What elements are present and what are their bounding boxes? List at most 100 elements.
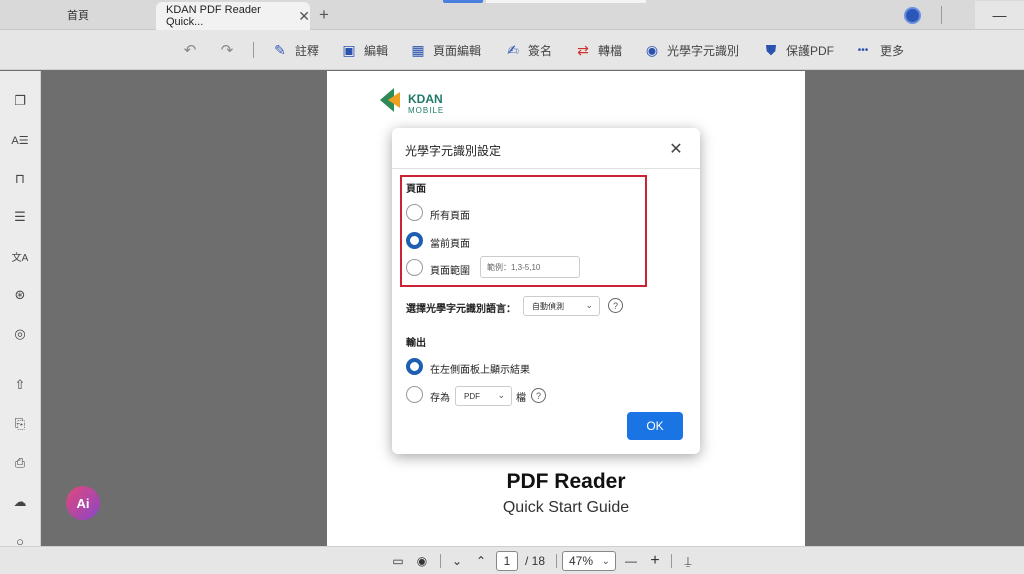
chevron-down-icon: ⌄	[585, 300, 593, 310]
page-grid-icon: ▦	[411, 41, 425, 58]
edit-frame-icon: ▣	[342, 41, 356, 58]
save-as-icon[interactable]: ⎘	[10, 414, 30, 434]
radio-save-as[interactable]	[406, 386, 423, 403]
translate-icon[interactable]: 文A	[10, 246, 30, 266]
tab-home[interactable]: 首頁	[0, 0, 156, 30]
ocr-sidebar-icon[interactable]: ⊛	[10, 285, 30, 305]
tab-document[interactable]: KDAN PDF Reader Quick... ✕	[156, 2, 310, 30]
bottom-bar: ▭ ◉ ⌄ ⌃ 1 / 18 47% ⌄ — + ⍊	[0, 546, 1024, 574]
radio-save-as-label: 存為	[430, 393, 450, 404]
view-eye-icon[interactable]: ◎	[10, 324, 30, 344]
ocr-button[interactable]: ◉ 光學字元識別	[643, 30, 739, 70]
bookmark-icon[interactable]: ⊓	[10, 169, 30, 189]
file-format-suffix: 檔	[516, 393, 526, 404]
page-number-input[interactable]: 1	[496, 551, 518, 571]
sign-button[interactable]: ✍ 簽名	[504, 30, 552, 70]
share-icon[interactable]: ⇧	[10, 375, 30, 395]
edit-label: 編輯	[364, 43, 389, 58]
thumbnails-icon[interactable]: ❐	[10, 91, 30, 111]
bottom-divider	[671, 554, 672, 568]
next-page-icon[interactable]: ⌄	[448, 551, 466, 571]
shield-icon: ⛊	[765, 41, 777, 58]
radio-page-range-label: 頁面範圍	[430, 266, 470, 277]
radio-all-pages[interactable]	[406, 204, 423, 221]
window-divider	[941, 6, 942, 24]
convert-label: 轉檔	[598, 43, 623, 58]
redo-icon[interactable]: ↷	[217, 40, 237, 60]
radio-all-pages-label: 所有頁面	[430, 211, 470, 222]
ocr-language-value: 自動偵測	[532, 301, 564, 311]
ok-button[interactable]: OK	[627, 412, 683, 440]
zoom-out-button[interactable]: —	[622, 551, 640, 571]
page-edit-label: 頁面編輯	[433, 43, 482, 58]
pen-icon: ✎	[274, 41, 286, 58]
help-icon[interactable]: ?	[531, 388, 546, 403]
minimize-button[interactable]: —	[975, 1, 1024, 29]
tab-indicator-bar	[486, 0, 646, 3]
radio-show-in-panel-label: 在左側面板上顯示結果	[430, 365, 530, 376]
print-icon[interactable]: ⎙	[10, 453, 30, 473]
signature-icon: ✍	[507, 41, 519, 58]
new-tab-button[interactable]: +	[314, 5, 334, 25]
dialog-title: 光學字元識別設定	[405, 144, 502, 158]
list-icon[interactable]: ☰	[10, 207, 30, 227]
ai-assistant-button[interactable]: Ai	[66, 486, 100, 520]
more-label: 更多	[880, 43, 905, 58]
chevron-down-icon: ⌄	[497, 390, 505, 400]
annotate-button[interactable]: ✎ 註釋	[271, 30, 319, 70]
radio-current-page[interactable]	[406, 232, 423, 249]
tab-bar: 首頁 KDAN PDF Reader Quick... ✕ + —	[0, 0, 1024, 30]
annotate-label: 註釋	[295, 43, 320, 58]
close-icon[interactable]: ✕	[666, 139, 686, 159]
zoom-select[interactable]: 47% ⌄	[562, 551, 616, 571]
radio-page-range[interactable]	[406, 259, 423, 276]
tab-indicator	[443, 0, 483, 3]
output-section-label: 輸出	[406, 338, 426, 349]
account-icon[interactable]	[904, 7, 921, 24]
radio-show-in-panel[interactable]	[406, 358, 423, 375]
logo-subtext: MOBILE	[408, 106, 445, 115]
more-button[interactable]: ••• 更多	[852, 30, 904, 70]
file-format-value: PDF	[464, 391, 480, 401]
ocr-language-label: 選擇光學字元識別語言：	[406, 304, 516, 315]
convert-icon: ⇄	[577, 41, 589, 58]
zoom-value: 47%	[569, 554, 594, 568]
ocr-language-select[interactable]: 自動偵測 ⌄	[523, 296, 600, 316]
pages-section-label: 頁面	[406, 184, 426, 195]
left-sidebar: ❐ A☰ ⊓ ☰ 文A ⊛ ◎ ⇧ ⎘ ⎙ ☁ ○	[0, 71, 41, 574]
page-edit-button[interactable]: ▦ 頁面編輯	[409, 30, 481, 70]
radio-current-page-label: 當前頁面	[430, 239, 470, 250]
main-toolbar: ↶ ↷ ✎ 註釋 ▣ 編輯 ▦ 頁面編輯 ✍ 簽名 ⇄ 轉檔 ◉ 光學字元識別 …	[0, 30, 1024, 70]
page-total: / 18	[524, 554, 545, 568]
sign-label: 簽名	[528, 43, 553, 58]
dialog-divider	[392, 168, 700, 169]
ocr-label: 光學字元識別	[667, 43, 740, 58]
document-subtitle: Quick Start Guide	[502, 499, 630, 516]
ocr-icon: ◉	[645, 41, 659, 58]
ocr-settings-dialog: 光學字元識別設定 ✕ 頁面 所有頁面 當前頁面 頁面範圍 範例：1,3-5,10…	[392, 128, 700, 454]
cloud-upload-icon[interactable]: ☁	[10, 492, 30, 512]
edit-button[interactable]: ▣ 編輯	[340, 30, 388, 70]
protect-pdf-button[interactable]: ⛊ 保護PDF	[762, 30, 834, 70]
bottom-divider	[440, 554, 441, 568]
text-outline-icon[interactable]: A☰	[10, 130, 30, 150]
protect-pdf-label: 保護PDF	[786, 43, 835, 58]
file-format-select[interactable]: PDF ⌄	[455, 386, 512, 406]
tab-close-icon[interactable]: ✕	[298, 8, 310, 25]
tab-document-label: KDAN PDF Reader Quick...	[166, 4, 261, 28]
more-dots-icon: •••	[857, 44, 869, 56]
logo-text: KDAN	[408, 92, 443, 106]
zoom-in-button[interactable]: +	[646, 551, 664, 571]
help-icon[interactable]: ?	[608, 298, 623, 313]
fit-page-icon[interactable]: ▭	[389, 551, 407, 571]
bottom-divider	[556, 554, 557, 568]
page-range-input[interactable]: 範例：1,3-5,10	[480, 256, 580, 278]
upload-icon[interactable]: ⍊	[679, 551, 697, 571]
chevron-down-icon: ⌄	[601, 555, 610, 567]
convert-button[interactable]: ⇄ 轉檔	[574, 30, 622, 70]
toolbar-divider	[253, 42, 254, 58]
previous-page-icon[interactable]: ⌃	[472, 551, 490, 571]
view-mode-icon[interactable]: ◉	[413, 551, 431, 571]
document-title: PDF Reader	[506, 470, 626, 493]
undo-icon[interactable]: ↶	[180, 40, 200, 60]
